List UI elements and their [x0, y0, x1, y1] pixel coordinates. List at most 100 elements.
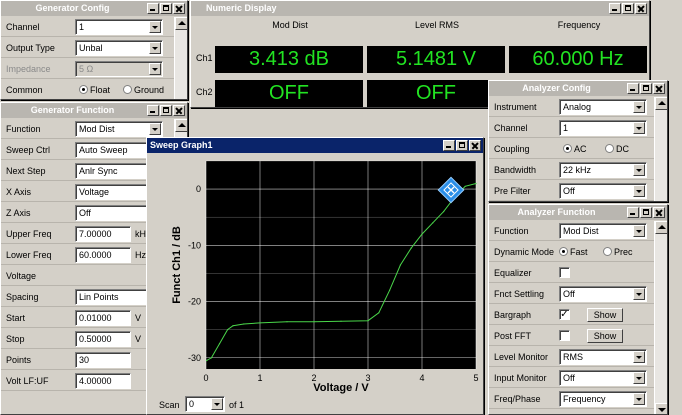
maximize-button[interactable] [456, 140, 468, 151]
next-step-value: Anlr Sync [79, 166, 118, 176]
analyzer-config-scrollbar[interactable] [654, 97, 667, 201]
scroll-up-button[interactable] [175, 119, 187, 132]
generator-config-titlebar[interactable]: Generator Config [1, 1, 187, 16]
level-monitor-select[interactable]: RMS [559, 349, 647, 365]
generator-config-scrollbar[interactable] [174, 17, 187, 99]
maximize-button[interactable] [640, 207, 652, 218]
scan-select[interactable]: 0 [185, 396, 225, 412]
ground-radio-option[interactable]: Ground [123, 85, 164, 95]
scan-value: 0 [189, 399, 195, 409]
analyzer-function-titlebar[interactable]: Analyzer Function [489, 205, 667, 220]
equalizer-checkbox[interactable] [559, 267, 570, 278]
prec-label: Prec [614, 247, 633, 257]
dc-label: DC [616, 144, 629, 154]
post-fft-checkbox[interactable] [559, 330, 570, 341]
close-button[interactable] [653, 83, 665, 94]
an-function-select[interactable]: Mod Dist [559, 223, 647, 239]
bandwidth-select[interactable]: 22 kHz [559, 162, 647, 178]
prec-radio[interactable] [603, 247, 612, 256]
chevron-down-icon[interactable] [633, 164, 645, 176]
analyzer-config-titlebar[interactable]: Analyzer Config [489, 81, 667, 96]
chevron-down-icon[interactable] [149, 123, 161, 135]
function-select[interactable]: Mod Dist [75, 121, 163, 137]
bargraph-checkbox[interactable]: ✓ [559, 309, 570, 320]
minimize-button[interactable] [627, 83, 639, 94]
bargraph-row: Bargraph ✓ Show [489, 305, 655, 325]
start-input[interactable]: 0.01000 [75, 310, 131, 326]
close-button[interactable] [173, 3, 185, 14]
freq-phase-select[interactable]: Frequency [559, 391, 647, 407]
upper-freq-unit: kH [135, 229, 146, 239]
numeric-display-titlebar[interactable]: Numeric Display [191, 1, 649, 16]
minimize-button[interactable] [147, 3, 159, 14]
lower-freq-input[interactable]: 60.0000 [75, 247, 131, 263]
maximize-button[interactable] [160, 105, 172, 116]
sweep-graph-chart: 0-10-20-30 012345 Funct Ch1 / dB Voltage… [171, 160, 479, 394]
scroll-up-button[interactable] [655, 221, 667, 234]
close-button[interactable] [469, 140, 481, 151]
scroll-up-button[interactable] [655, 97, 667, 110]
trace-point-15 [421, 233, 423, 235]
chevron-down-icon[interactable] [149, 42, 161, 54]
chevron-down-icon[interactable] [633, 372, 645, 384]
chevron-down-icon[interactable] [149, 21, 161, 33]
instrument-value: Analog [563, 102, 592, 112]
fast-radio[interactable] [559, 247, 568, 256]
chevron-down-icon[interactable] [633, 122, 645, 134]
pre-filter-select[interactable]: Off [559, 183, 647, 199]
chevron-down-icon[interactable] [633, 393, 645, 405]
minimize-button[interactable] [609, 3, 621, 14]
trace-point-6 [259, 322, 261, 324]
ch1-mod-dist-value: 3.413 dB [215, 46, 363, 73]
ground-radio[interactable] [123, 85, 132, 94]
scroll-down-button[interactable] [655, 403, 667, 414]
chevron-down-icon[interactable] [633, 225, 645, 237]
chevron-down-icon[interactable] [633, 101, 645, 113]
upper-freq-input[interactable]: 7.00000 [75, 226, 131, 242]
analyzer-config-title: Analyzer Config [522, 83, 591, 93]
equalizer-label: Equalizer [494, 268, 532, 278]
output-type-select[interactable]: Unbal [75, 40, 163, 56]
chevron-down-icon[interactable] [211, 398, 223, 410]
close-button[interactable] [173, 105, 185, 116]
ac-radio[interactable] [563, 144, 572, 153]
minimize-button[interactable] [443, 140, 455, 151]
generator-function-titlebar[interactable]: Generator Function [1, 103, 187, 118]
an-channel-select[interactable]: 1 [559, 120, 647, 136]
fnct-settling-select[interactable]: Off [559, 286, 647, 302]
minimize-button[interactable] [147, 105, 159, 116]
volt-lf-uf-input[interactable]: 4.00000 [75, 373, 131, 389]
input-monitor-select[interactable]: Off [559, 370, 647, 386]
maximize-button[interactable] [622, 3, 634, 14]
trace-point-13 [399, 264, 401, 266]
points-input[interactable]: 30 [75, 352, 131, 368]
ac-label: AC [574, 144, 587, 154]
sweep-graph-titlebar[interactable]: Sweep Graph1 [147, 138, 483, 153]
maximize-button[interactable] [160, 3, 172, 14]
bargraph-show-button[interactable]: Show [587, 308, 623, 322]
float-radio-option[interactable]: Float [79, 85, 110, 95]
ch2-mod-dist-value: OFF [215, 80, 363, 107]
channel-select[interactable]: 1 [75, 19, 163, 35]
float-radio[interactable] [79, 85, 88, 94]
fnct-settling-label: Fnct Settling [494, 289, 545, 299]
chevron-down-icon[interactable] [633, 185, 645, 197]
instrument-select[interactable]: Analog [559, 99, 647, 115]
ac-radio-option[interactable]: AC [563, 144, 587, 154]
bargraph-label: Bargraph [494, 310, 532, 320]
post-fft-show-button[interactable]: Show [587, 329, 623, 343]
close-button[interactable] [653, 207, 665, 218]
maximize-button[interactable] [640, 83, 652, 94]
close-button[interactable] [635, 3, 647, 14]
dc-radio[interactable] [605, 144, 614, 153]
chevron-down-icon[interactable] [633, 288, 645, 300]
chevron-down-icon[interactable] [633, 351, 645, 363]
analyzer-function-scrollbar[interactable] [654, 221, 667, 414]
scroll-up-button[interactable] [175, 17, 187, 30]
minimize-button[interactable] [627, 207, 639, 218]
prec-radio-option[interactable]: Prec [603, 247, 633, 257]
dc-radio-option[interactable]: DC [605, 144, 629, 154]
stop-input[interactable]: 0.50000 [75, 331, 131, 347]
fast-radio-option[interactable]: Fast [559, 247, 588, 257]
points-value: 30 [79, 355, 90, 365]
